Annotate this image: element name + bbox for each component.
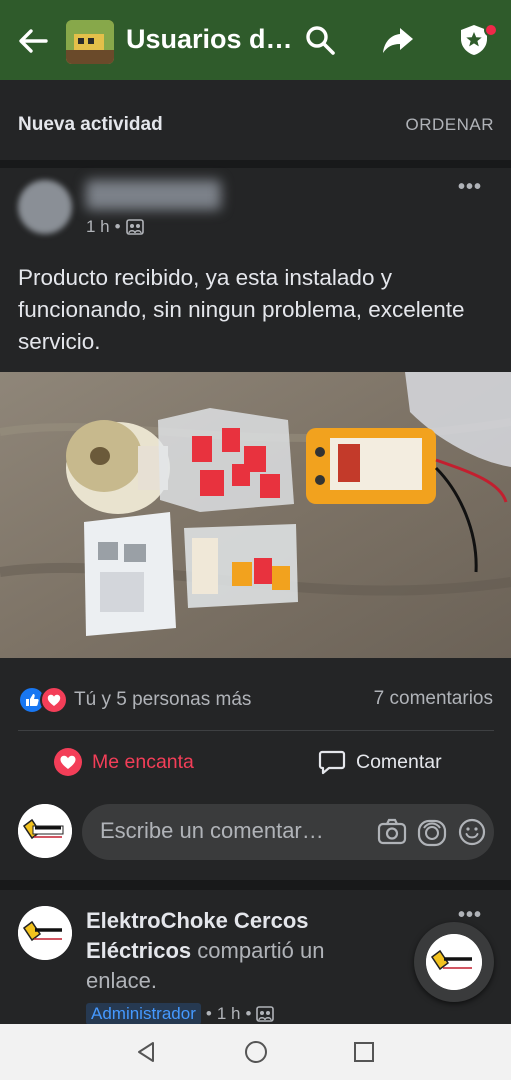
my-avatar[interactable]	[18, 804, 72, 858]
comments-count[interactable]: 7 comentarios	[374, 688, 493, 710]
love-button[interactable]: Me encanta	[54, 744, 194, 780]
floating-chat-avatar[interactable]	[426, 934, 482, 990]
post-photo[interactable]	[0, 372, 511, 658]
nav-home-icon[interactable]	[244, 1040, 268, 1064]
comment-icon	[318, 750, 346, 775]
search-icon[interactable]	[302, 22, 338, 58]
author-name-blurred[interactable]	[86, 180, 221, 210]
camera-icon[interactable]	[376, 816, 408, 848]
group-audience-icon	[125, 219, 144, 235]
love-reaction-icon	[40, 686, 68, 714]
post-more-icon[interactable]: •••	[458, 176, 482, 199]
sort-button[interactable]: ORDENAR	[405, 115, 494, 135]
author-avatar-blurred[interactable]	[18, 180, 72, 234]
admin-badge: Administrador	[86, 1003, 201, 1025]
group-title[interactable]: Usuarios d…	[126, 24, 293, 55]
group-avatar[interactable]	[66, 20, 114, 64]
emoji-icon[interactable]	[456, 816, 488, 848]
share-icon[interactable]	[380, 22, 416, 58]
reactions-text: Tú y 5 personas más	[74, 689, 252, 710]
post2-time: 1 h	[216, 1004, 241, 1023]
comment-label: Comentar	[356, 750, 442, 773]
comment-button[interactable]: Comentar	[318, 744, 442, 780]
love-label: Me encanta	[92, 750, 194, 773]
section-title: Nueva actividad	[18, 114, 163, 135]
avatar-sticker-icon[interactable]	[416, 816, 448, 848]
post-time: 1 h	[86, 217, 110, 236]
nav-recents-icon[interactable]	[352, 1040, 376, 1064]
notification-dot	[484, 23, 498, 37]
reactions-summary[interactable]: Tú y 5 personas más	[18, 686, 251, 714]
page-avatar[interactable]	[18, 906, 72, 960]
post-text: Producto recibido, ya esta instalado y f…	[18, 265, 465, 354]
back-arrow-icon[interactable]	[16, 24, 50, 58]
love-icon	[54, 748, 82, 776]
post2-meta: Administrador • 1 h •	[86, 1003, 275, 1025]
post-meta: 1 h •	[86, 217, 144, 237]
comment-placeholder[interactable]: Escribe un comentar…	[100, 818, 324, 844]
group-audience-icon	[256, 1006, 275, 1022]
nav-back-icon[interactable]	[134, 1040, 158, 1064]
post2-header: ElektroChoke Cercos Eléctricos compartió…	[86, 906, 396, 996]
divider	[18, 730, 494, 731]
